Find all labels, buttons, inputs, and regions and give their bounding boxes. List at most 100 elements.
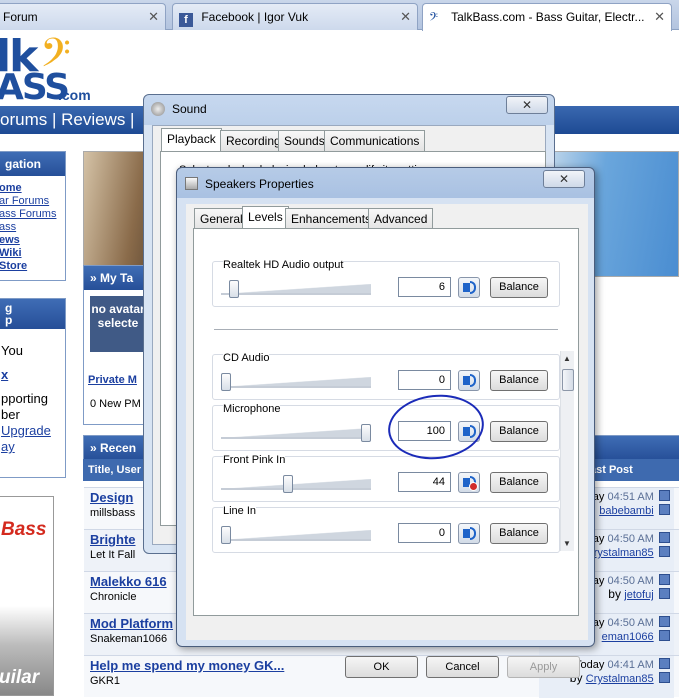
member-text: ber <box>1 407 20 422</box>
slider-thumb[interactable] <box>229 280 239 298</box>
balance-button[interactable]: Balance <box>490 472 548 493</box>
private-messages-link[interactable]: Private M <box>88 374 137 387</box>
volume-slider[interactable] <box>221 526 371 546</box>
balance-button[interactable]: Balance <box>490 421 548 442</box>
speaker-icon <box>463 283 470 292</box>
slider-rail <box>221 386 371 388</box>
nav-link-news[interactable]: ews <box>0 234 65 247</box>
ok-button[interactable]: OK <box>345 656 418 678</box>
nav-link-home[interactable]: ome <box>0 182 65 195</box>
thread-title-link[interactable]: Design <box>90 490 133 505</box>
tab-communications[interactable]: Communications <box>324 130 426 152</box>
balance-button[interactable]: Balance <box>490 277 548 298</box>
volume-value-field[interactable]: 44 <box>398 472 451 492</box>
nav-links[interactable]: orums | Reviews | <box>0 110 134 129</box>
speakers-dialog-body: General Levels Enhancements Advanced Rea… <box>186 204 588 678</box>
nav-link-wiki[interactable]: Wiki <box>0 247 65 260</box>
last-post-user-link[interactable]: rystalman85 <box>594 547 654 559</box>
slider-thumb[interactable] <box>283 475 293 493</box>
go-to-last-post-icon[interactable] <box>659 588 670 599</box>
volume-value-field[interactable]: 0 <box>398 523 451 543</box>
ad-banner[interactable]: Bass uilar <box>0 496 54 696</box>
apply-button[interactable]: Apply <box>507 656 580 678</box>
nav-link-store[interactable]: Store <box>0 260 65 273</box>
go-to-post-icon[interactable] <box>659 532 670 543</box>
mute-toggle-button[interactable] <box>458 277 480 298</box>
go-to-last-post-icon[interactable] <box>659 672 670 683</box>
balance-button[interactable]: Balance <box>490 370 548 391</box>
nav-link-bass-forums[interactable]: ass Forums <box>0 208 65 221</box>
browser-tab-strip: Forum ✕ f Facebook | Igor Vuk ✕ 𝄢 TalkBa… <box>0 0 679 31</box>
thread-title-link[interactable]: Malekko 616 <box>90 574 167 589</box>
facebook-icon: f <box>179 13 193 27</box>
go-to-post-icon[interactable] <box>659 658 670 669</box>
go-to-last-post-icon[interactable] <box>659 630 670 641</box>
col-title-header[interactable]: Title, User <box>88 464 141 476</box>
tab-title: Facebook | Igor Vuk <box>201 10 309 24</box>
last-post-user-link[interactable]: Crystalman85 <box>586 673 654 685</box>
thread-author: Let It Fall <box>90 549 136 561</box>
tab-general[interactable]: General <box>194 208 249 230</box>
upgrade-link[interactable]: Upgrade <box>1 423 63 439</box>
close-icon: ✕ <box>521 98 533 112</box>
nav-link-other-forums[interactable]: ar Forums <box>0 195 65 208</box>
levels-scrollbar[interactable]: ▲ ▼ <box>560 351 574 551</box>
close-icon[interactable]: ✕ <box>148 9 159 25</box>
balance-button[interactable]: Balance <box>490 523 548 544</box>
go-to-last-post-icon[interactable] <box>659 504 670 515</box>
muted-speaker-button[interactable] <box>458 472 480 493</box>
thread-title-link[interactable]: Mod Platform <box>90 616 173 631</box>
supporting-text: pporting <box>1 391 48 406</box>
slider-thumb[interactable] <box>221 373 231 391</box>
close-icon[interactable]: ✕ <box>654 9 665 25</box>
channel-label: Microphone <box>223 403 281 415</box>
pay-link[interactable]: ay <box>1 439 63 455</box>
browser-tab-talkbass[interactable]: 𝄢 TalkBass.com - Bass Guitar, Electr... … <box>422 3 672 31</box>
volume-slider[interactable] <box>221 280 371 300</box>
separator <box>214 329 558 330</box>
tab-levels[interactable]: Levels <box>242 206 289 230</box>
close-button[interactable]: ✕ <box>543 170 585 188</box>
slider-thumb[interactable] <box>361 424 371 442</box>
scroll-down-icon[interactable]: ▼ <box>563 539 571 548</box>
slider-thumb[interactable] <box>221 526 231 544</box>
levels-panel: Realtek HD Audio output 6 Balance CD Aud… <box>193 228 579 616</box>
scroll-thumb[interactable] <box>562 369 574 391</box>
browser-tab-forum[interactable]: Forum ✕ <box>0 3 166 30</box>
go-to-post-icon[interactable] <box>659 490 670 501</box>
last-post-time: 04:50 AM <box>607 533 654 545</box>
tab-recording[interactable]: Recording <box>220 130 287 152</box>
dialog-title: Speakers Properties <box>205 177 314 191</box>
col-last-post-header[interactable]: ast Post <box>590 464 633 476</box>
browser-tab-facebook[interactable]: f Facebook | Igor Vuk ✕ <box>172 3 418 30</box>
volume-value-field[interactable]: 0 <box>398 370 451 390</box>
last-post-user-link[interactable]: babebambi <box>599 505 653 517</box>
go-to-post-icon[interactable] <box>659 574 670 585</box>
mute-toggle-button[interactable] <box>458 370 480 391</box>
tab-enhancements[interactable]: Enhancements <box>285 208 378 230</box>
thread-title-link[interactable]: Brighte <box>90 532 136 547</box>
volume-slider[interactable] <box>221 424 371 444</box>
scroll-up-icon[interactable]: ▲ <box>563 354 571 363</box>
volume-slider[interactable] <box>221 475 371 495</box>
bass-clef-icon: 𝄢 <box>429 10 439 26</box>
tab-sounds[interactable]: Sounds <box>278 130 331 152</box>
last-post-user-link[interactable]: jetofuj <box>624 589 653 601</box>
x-link[interactable]: x <box>1 367 63 383</box>
last-post-time: 04:51 AM <box>607 491 654 503</box>
mute-toggle-button[interactable] <box>458 523 480 544</box>
close-icon[interactable]: ✕ <box>400 9 411 25</box>
close-button[interactable]: ✕ <box>506 96 548 114</box>
go-to-last-post-icon[interactable] <box>659 546 670 557</box>
thread-title-link[interactable]: Help me spend my money GK... <box>90 658 284 673</box>
tab-playback[interactable]: Playback <box>161 128 222 152</box>
go-to-post-icon[interactable] <box>659 616 670 627</box>
volume-value-field[interactable]: 6 <box>398 277 451 297</box>
nav-link-bass[interactable]: ass <box>0 221 65 234</box>
last-post-user-link[interactable]: eman1066 <box>602 631 654 643</box>
volume-slider[interactable] <box>221 373 371 393</box>
mute-indicator-icon <box>469 482 478 491</box>
tab-advanced[interactable]: Advanced <box>368 208 434 230</box>
slider-rail <box>221 293 371 295</box>
cancel-button[interactable]: Cancel <box>426 656 499 678</box>
